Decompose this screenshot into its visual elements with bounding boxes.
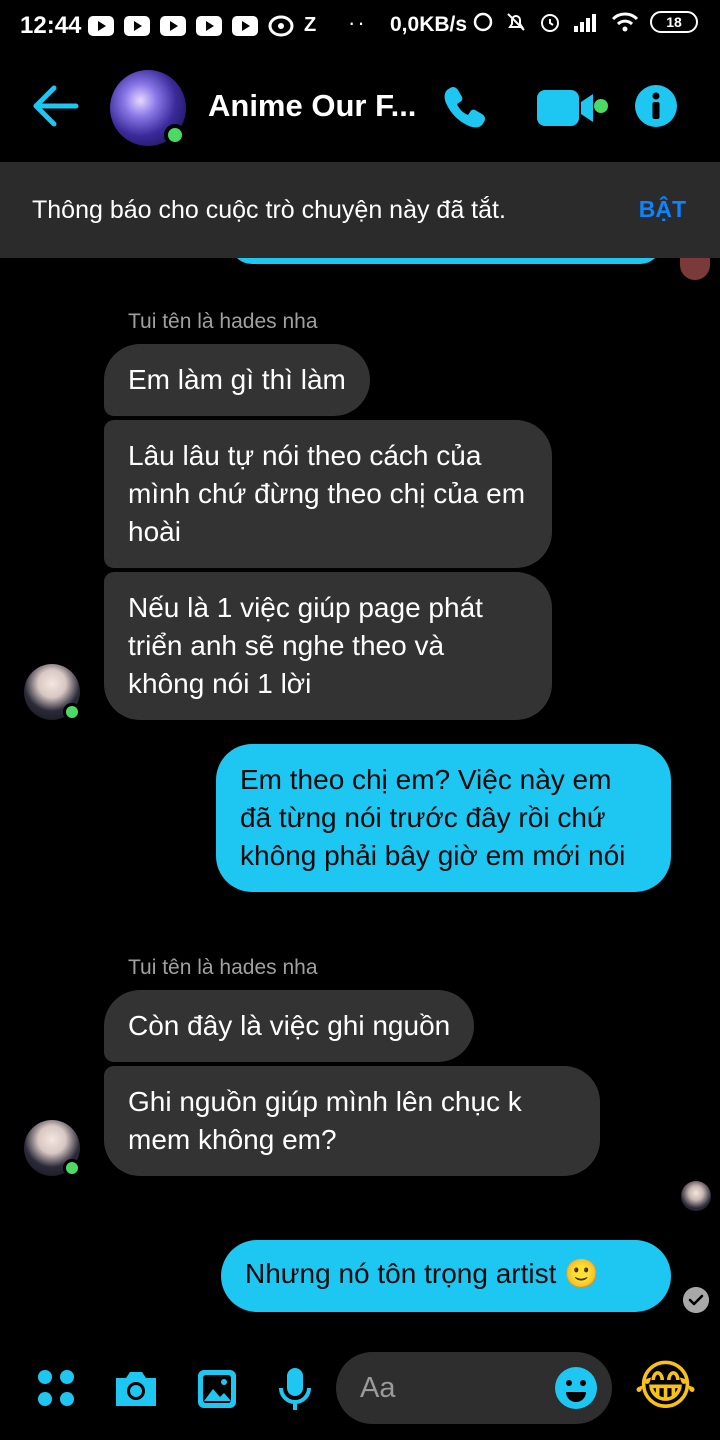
- network-speed: 0,0KB/s: [390, 13, 468, 36]
- video-call-icon[interactable]: [535, 88, 611, 128]
- youtube-icon: [124, 15, 150, 36]
- youtube-icon: [232, 15, 258, 36]
- online-indicator: [164, 124, 186, 146]
- status-bar: 12:44 Z ·· 0,0KB/s 18: [0, 0, 720, 52]
- outgoing-message[interactable]: Em theo chị em? Việc này em đã từng nói …: [216, 744, 671, 892]
- info-icon[interactable]: [634, 84, 678, 128]
- incoming-message[interactable]: Lâu lâu tự nói theo cách của mình chứ đừ…: [104, 420, 552, 568]
- messenger-notification-icon: [268, 15, 294, 36]
- sent-check-icon: [683, 1287, 709, 1313]
- outgoing-message[interactable]: Nhưng nó tôn trọng artist 🙂: [221, 1240, 671, 1312]
- back-arrow-icon[interactable]: [30, 82, 82, 130]
- wifi-icon: [611, 12, 639, 32]
- muted-notice-text: Thông báo cho cuộc trò chuyện này đã tắt…: [32, 196, 506, 224]
- microphone-icon[interactable]: [278, 1366, 312, 1414]
- incoming-message[interactable]: Nếu là 1 việc giúp page phát triển anh s…: [104, 572, 552, 720]
- quick-reaction-button[interactable]: 😂: [634, 1354, 697, 1418]
- message-composer: 😂: [0, 1340, 720, 1440]
- incoming-message[interactable]: Ghi nguồn giúp mình lên chục k mem không…: [104, 1066, 600, 1176]
- chat-title[interactable]: Anime Our F...: [208, 88, 416, 124]
- smile-emoji: 🙂: [564, 1257, 600, 1290]
- more-notifications-icon: ··: [348, 10, 367, 35]
- battery-indicator: 18: [650, 11, 698, 33]
- seen-avatar: [681, 1181, 711, 1211]
- notification-icons: Z: [88, 14, 316, 37]
- incoming-message[interactable]: Em làm gì thì làm: [104, 344, 370, 416]
- outgoing-message-text: Nhưng nó tôn trọng artist: [245, 1258, 557, 1289]
- sender-name: Tui tên là hades nha: [128, 310, 318, 333]
- system-icons: 18: [472, 10, 698, 34]
- youtube-icon: [160, 15, 186, 36]
- alarm-icon: [541, 14, 559, 32]
- gallery-icon[interactable]: [196, 1368, 238, 1410]
- chat-header: Anime Our F...: [0, 52, 720, 162]
- group-avatar[interactable]: [110, 70, 186, 146]
- muted-notice-banner: Thông báo cho cuộc trò chuyện này đã tắt…: [0, 162, 720, 258]
- zalo-icon: Z: [304, 14, 317, 36]
- status-time: 12:44: [20, 12, 82, 39]
- emoji-picker-icon[interactable]: [554, 1366, 598, 1410]
- mute-bell-icon: [507, 13, 525, 31]
- youtube-icon: [196, 15, 222, 36]
- turn-on-notifications-button[interactable]: BẬT: [639, 196, 686, 223]
- camera-icon[interactable]: [112, 1368, 160, 1410]
- incoming-message[interactable]: Còn đây là việc ghi nguồn: [104, 990, 475, 1062]
- online-indicator: [63, 703, 81, 721]
- sender-name: Tui tên là hades nha: [128, 956, 318, 979]
- online-indicator: [63, 1159, 81, 1177]
- youtube-icon: [88, 15, 114, 36]
- sync-icon: [473, 12, 493, 32]
- signal-icon: [574, 14, 596, 32]
- more-actions-icon[interactable]: [36, 1368, 76, 1408]
- phone-call-icon[interactable]: [440, 82, 490, 132]
